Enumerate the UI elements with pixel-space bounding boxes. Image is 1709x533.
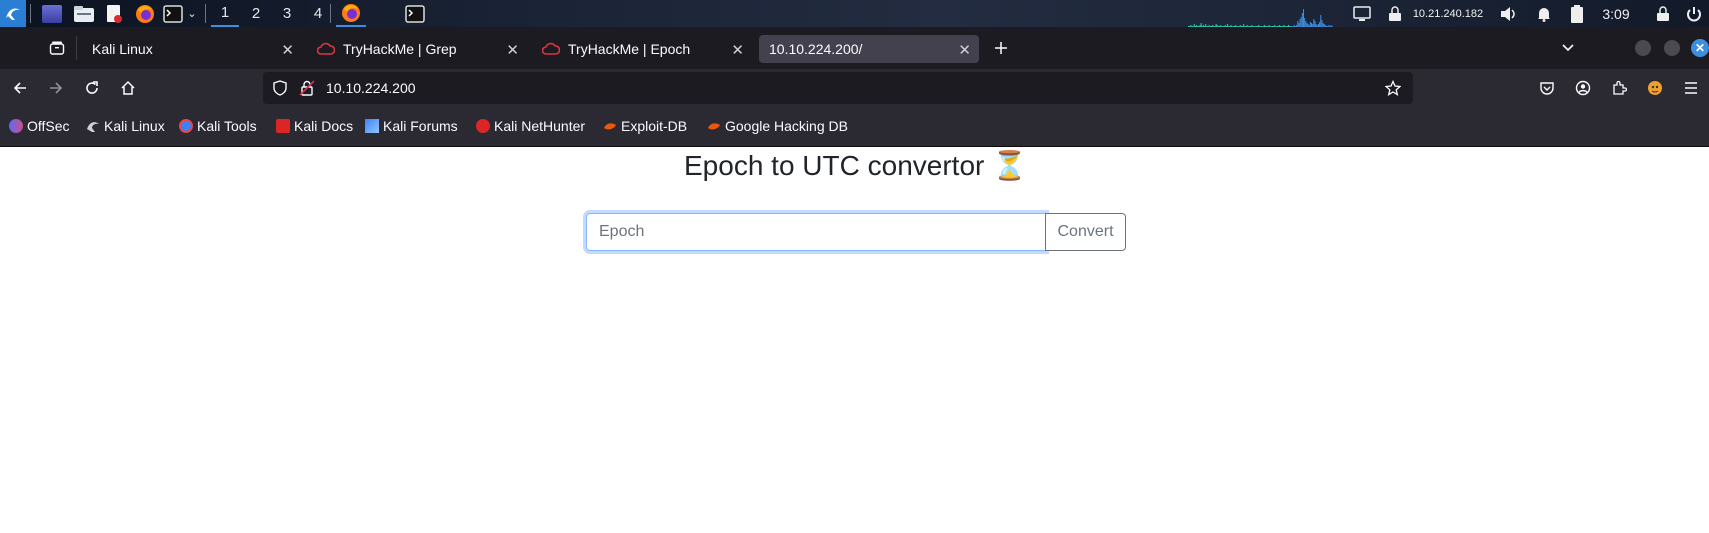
- kali-docs-icon: [276, 119, 290, 133]
- desktop-panel: ⌄ 1 2 3 4 10.21.240.182 3:09: [0, 0, 1709, 27]
- shield-icon[interactable]: [272, 80, 288, 101]
- bookmark-label: Kali NetHunter: [494, 118, 586, 134]
- bookmark-kali-forums[interactable]: Kali Forums: [365, 118, 458, 134]
- tab-current-page[interactable]: 10.10.224.200/ ✕: [759, 35, 979, 63]
- page-title: Epoch to UTC convertor ⏳: [684, 150, 1027, 181]
- back-button[interactable]: [7, 75, 33, 101]
- ghdb-icon: [708, 123, 720, 130]
- url-text[interactable]: 10.10.224.200: [326, 80, 416, 96]
- workspace-2[interactable]: 2: [242, 0, 270, 27]
- new-tab-button[interactable]: [988, 35, 1014, 61]
- page-content: Epoch to UTC convertor ⏳ Convert: [0, 147, 1709, 533]
- minimize-window-button[interactable]: [1630, 35, 1656, 61]
- close-tab-icon[interactable]: ✕: [731, 41, 744, 59]
- kali-forums-icon: [365, 119, 379, 133]
- exploit-db-icon: [604, 123, 616, 130]
- tab-tryhackme-epoch[interactable]: TryHackMe | Epoch ✕: [532, 35, 752, 63]
- bookmark-kali-nethunter[interactable]: Kali NetHunter: [476, 118, 585, 134]
- close-tab-icon[interactable]: ✕: [506, 41, 519, 59]
- forward-button[interactable]: [43, 75, 69, 101]
- close-tab-icon[interactable]: ✕: [958, 41, 971, 59]
- bookmark-google-hacking-db[interactable]: Google Hacking DB: [707, 118, 848, 134]
- bookmark-kali-tools[interactable]: Kali Tools: [179, 118, 257, 134]
- cpu-graph-bar: [1301, 13, 1303, 27]
- text-editor-icon[interactable]: [102, 0, 126, 27]
- navigation-toolbar: 10.10.224.200: [0, 69, 1709, 107]
- file-manager-icon[interactable]: [72, 0, 96, 27]
- account-icon[interactable]: [1570, 75, 1596, 101]
- lock-screen-icon[interactable]: [1652, 0, 1674, 27]
- hamburger-menu-icon[interactable]: [1678, 75, 1704, 101]
- tab-tryhackme-grep[interactable]: TryHackMe | Grep ✕: [307, 35, 527, 63]
- insecure-lock-icon[interactable]: [299, 80, 315, 101]
- tryhackme-cloud-icon: [542, 42, 560, 55]
- kali-dragon-icon: [87, 122, 99, 132]
- convert-button[interactable]: Convert: [1045, 213, 1126, 251]
- bookmark-offsec[interactable]: OffSec: [9, 118, 70, 134]
- battery-icon: [1566, 0, 1588, 27]
- workspace-4[interactable]: 4: [304, 0, 332, 27]
- extensions-icon[interactable]: [1606, 75, 1632, 101]
- epoch-input[interactable]: [586, 213, 1046, 251]
- cpu-graph-bar: [1304, 18, 1306, 27]
- tab-kali-linux[interactable]: Kali Linux ✕: [82, 35, 302, 63]
- vpn-lock-icon[interactable]: [1386, 0, 1404, 27]
- tab-label: Kali Linux: [92, 41, 153, 57]
- tab-label: 10.10.224.200/: [769, 41, 863, 57]
- firefox-icon[interactable]: [133, 0, 157, 27]
- display-icon[interactable]: [1351, 0, 1373, 27]
- cpu-graph-bar: [1321, 20, 1323, 27]
- cpu-graph-bar: [1303, 9, 1304, 27]
- bookmark-kali-docs[interactable]: Kali Docs: [276, 118, 353, 134]
- workspace-1[interactable]: 1: [211, 0, 239, 27]
- terminal-window-icon[interactable]: [403, 0, 427, 27]
- volume-icon[interactable]: [1498, 0, 1520, 27]
- url-bar[interactable]: 10.10.224.200: [263, 72, 1413, 104]
- list-all-tabs-icon[interactable]: [1555, 35, 1581, 61]
- bookmark-label: Kali Docs: [294, 118, 354, 134]
- firefox-window-icon[interactable]: [336, 0, 366, 27]
- bookmark-label: Kali Tools: [197, 118, 257, 134]
- bookmark-label: Kali Forums: [383, 118, 458, 134]
- offsec-icon: [9, 119, 23, 133]
- chevron-down-icon[interactable]: ⌄: [185, 0, 199, 27]
- tab-label: TryHackMe | Grep: [343, 41, 457, 57]
- power-icon[interactable]: [1683, 0, 1705, 27]
- extension-fox-icon[interactable]: [1642, 75, 1668, 101]
- bookmark-label: Google Hacking DB: [725, 118, 848, 134]
- terminal-icon[interactable]: [162, 0, 184, 27]
- bookmark-exploit-db[interactable]: Exploit-DB: [603, 118, 687, 134]
- ip-address-label: 10.21.240.182: [1412, 7, 1484, 20]
- tab-label: TryHackMe | Epoch: [568, 41, 691, 57]
- kali-nethunter-icon: [476, 119, 490, 133]
- maximize-window-button[interactable]: [1659, 35, 1685, 61]
- clock[interactable]: 3:09: [1594, 0, 1638, 27]
- close-window-button[interactable]: ✕: [1687, 35, 1709, 61]
- bookmark-label: Exploit-DB: [621, 118, 688, 134]
- cpu-graph-bar: [1320, 15, 1322, 27]
- bookmark-label: Kali Linux: [104, 118, 165, 134]
- pocket-icon[interactable]: [1534, 75, 1560, 101]
- bookmark-label: OffSec: [27, 118, 70, 134]
- tryhackme-cloud-icon: [317, 42, 335, 55]
- bookmark-kali-linux[interactable]: Kali Linux: [86, 118, 165, 134]
- close-tab-icon[interactable]: ✕: [281, 41, 294, 59]
- cpu-graph: [1188, 9, 1333, 27]
- bookmark-star-icon[interactable]: [1384, 79, 1402, 101]
- cpu-graph-bar: [1313, 19, 1315, 27]
- reload-button[interactable]: [79, 75, 105, 101]
- workspace-3[interactable]: 3: [273, 0, 301, 27]
- cpu-graph-bar: [1300, 17, 1302, 27]
- notification-bell-icon[interactable]: [1533, 0, 1555, 27]
- desktop-icon[interactable]: [40, 0, 64, 27]
- kali-tools-icon: [179, 119, 193, 133]
- tab-strip: Kali Linux ✕ TryHackMe | Grep ✕ TryHackM…: [0, 27, 1709, 69]
- firefox-view-icon[interactable]: [44, 35, 70, 61]
- cpu-graph-bar: [1299, 19, 1301, 27]
- home-button[interactable]: [115, 75, 141, 101]
- bookmarks-toolbar: OffSec Kali Linux Kali Tools Kali Docs K…: [0, 107, 1709, 147]
- kali-menu-icon[interactable]: [0, 0, 26, 27]
